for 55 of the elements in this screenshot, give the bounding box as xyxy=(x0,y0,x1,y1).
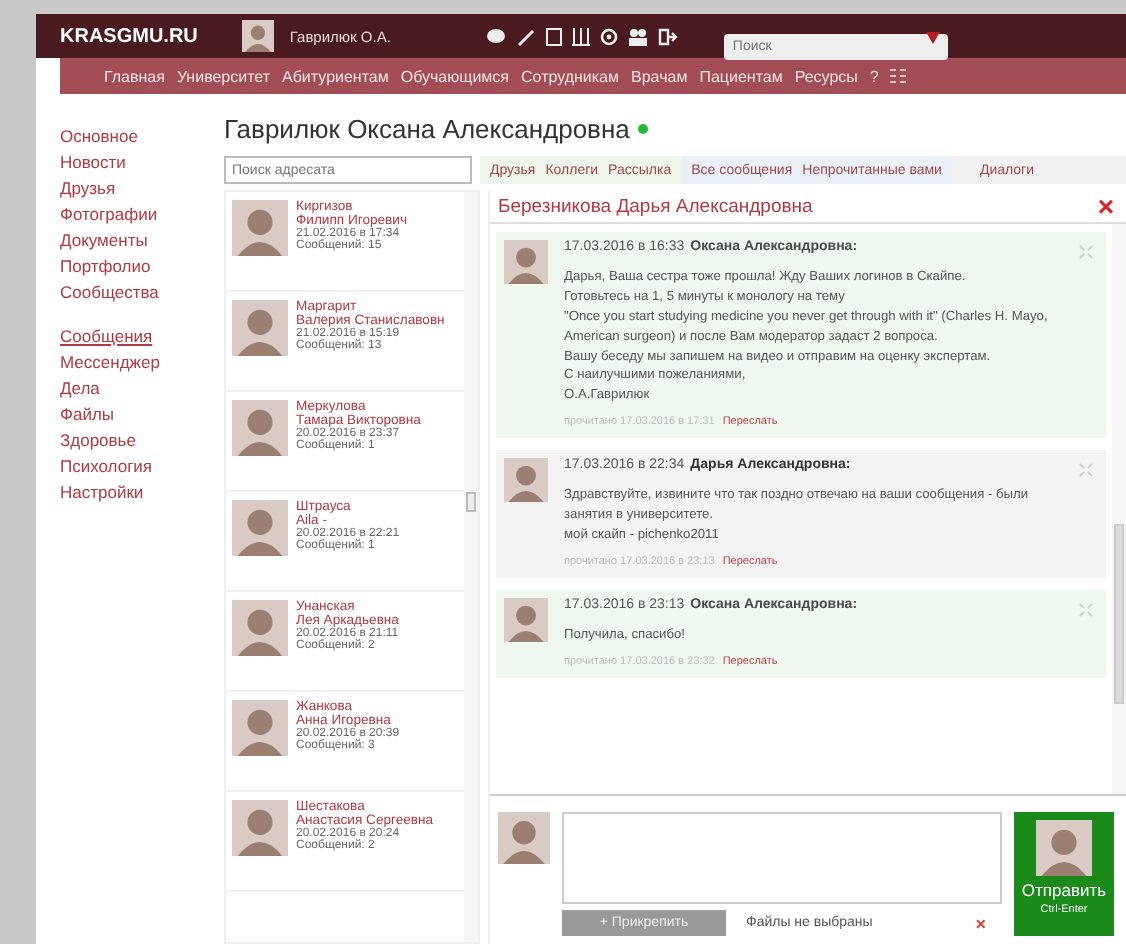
sidebar-link[interactable]: Друзья xyxy=(60,178,116,198)
scrollbar-thumb[interactable] xyxy=(1114,524,1124,704)
avatar-icon xyxy=(232,200,288,256)
sidebar-link[interactable]: Фотографии xyxy=(60,204,158,224)
nav-link[interactable]: ? xyxy=(869,67,879,85)
at-icon[interactable] xyxy=(600,27,619,45)
avatar-icon xyxy=(232,300,288,356)
sidebar-link[interactable]: Здоровье xyxy=(60,430,136,450)
sidebar-link[interactable]: Дела xyxy=(60,378,100,398)
sidebar-link[interactable]: Портфолио xyxy=(60,256,151,276)
sidebar-link[interactable]: Файлы xyxy=(60,404,115,424)
nav-link[interactable]: Сотрудникам xyxy=(521,67,620,85)
pen-icon[interactable] xyxy=(516,27,537,45)
site-logo[interactable]: KRASGMU.RU xyxy=(60,25,198,47)
nav-link[interactable]: Абитуриентам xyxy=(282,67,389,85)
avatar-icon xyxy=(504,458,548,503)
profile-name: Гаврилюк Оксана Александровна xyxy=(224,113,630,143)
sidebar-link[interactable]: Основное xyxy=(60,126,138,146)
sidebar-link[interactable]: Мессенджер xyxy=(60,352,160,372)
sidebar-link[interactable]: Настройки xyxy=(60,482,144,502)
sidebar-link[interactable]: Сообщества xyxy=(60,282,159,302)
avatar-icon xyxy=(232,800,288,856)
document-icon[interactable] xyxy=(546,27,563,45)
sidebar-link[interactable]: Психология xyxy=(60,456,153,476)
scrollbar[interactable] xyxy=(464,192,478,942)
grid-icon[interactable] xyxy=(890,68,907,84)
people-icon[interactable] xyxy=(628,27,649,45)
chat-icon[interactable] xyxy=(486,27,507,45)
nav-link[interactable]: Пациентам xyxy=(699,67,783,85)
avatar-icon xyxy=(241,20,274,52)
avatar-icon xyxy=(232,600,288,656)
nav-link[interactable]: Ресурсы xyxy=(794,67,858,85)
sidebar-link[interactable]: Новости xyxy=(60,152,126,172)
avatar-icon xyxy=(498,812,550,864)
avatar-icon xyxy=(1036,820,1092,876)
scrollbar[interactable] xyxy=(1112,224,1126,794)
scrollbar-thumb[interactable] xyxy=(466,492,476,512)
bars-icon[interactable] xyxy=(572,27,591,45)
remove-file-button[interactable]: × xyxy=(975,913,986,933)
avatar-icon xyxy=(232,500,288,556)
chat-title: Березникова Дарья Александровна xyxy=(498,195,813,217)
exit-icon[interactable] xyxy=(658,27,679,45)
message-input[interactable] xyxy=(562,812,1002,904)
close-button[interactable]: × xyxy=(1097,192,1114,220)
dropdown-icon[interactable] xyxy=(926,31,941,43)
sidebar-link[interactable]: Сообщения xyxy=(60,326,153,346)
avatar-icon xyxy=(232,700,288,756)
nav-link[interactable]: Университет xyxy=(176,67,271,85)
avatar-icon xyxy=(504,597,548,642)
nav-link[interactable]: Главная xyxy=(104,67,165,85)
avatar-icon xyxy=(232,400,288,456)
nav-link[interactable]: Врачам xyxy=(631,67,688,85)
sidebar-link[interactable]: Документы xyxy=(60,230,148,250)
avatar-icon xyxy=(504,240,548,284)
nav-link[interactable]: Обучающимся xyxy=(400,67,510,85)
